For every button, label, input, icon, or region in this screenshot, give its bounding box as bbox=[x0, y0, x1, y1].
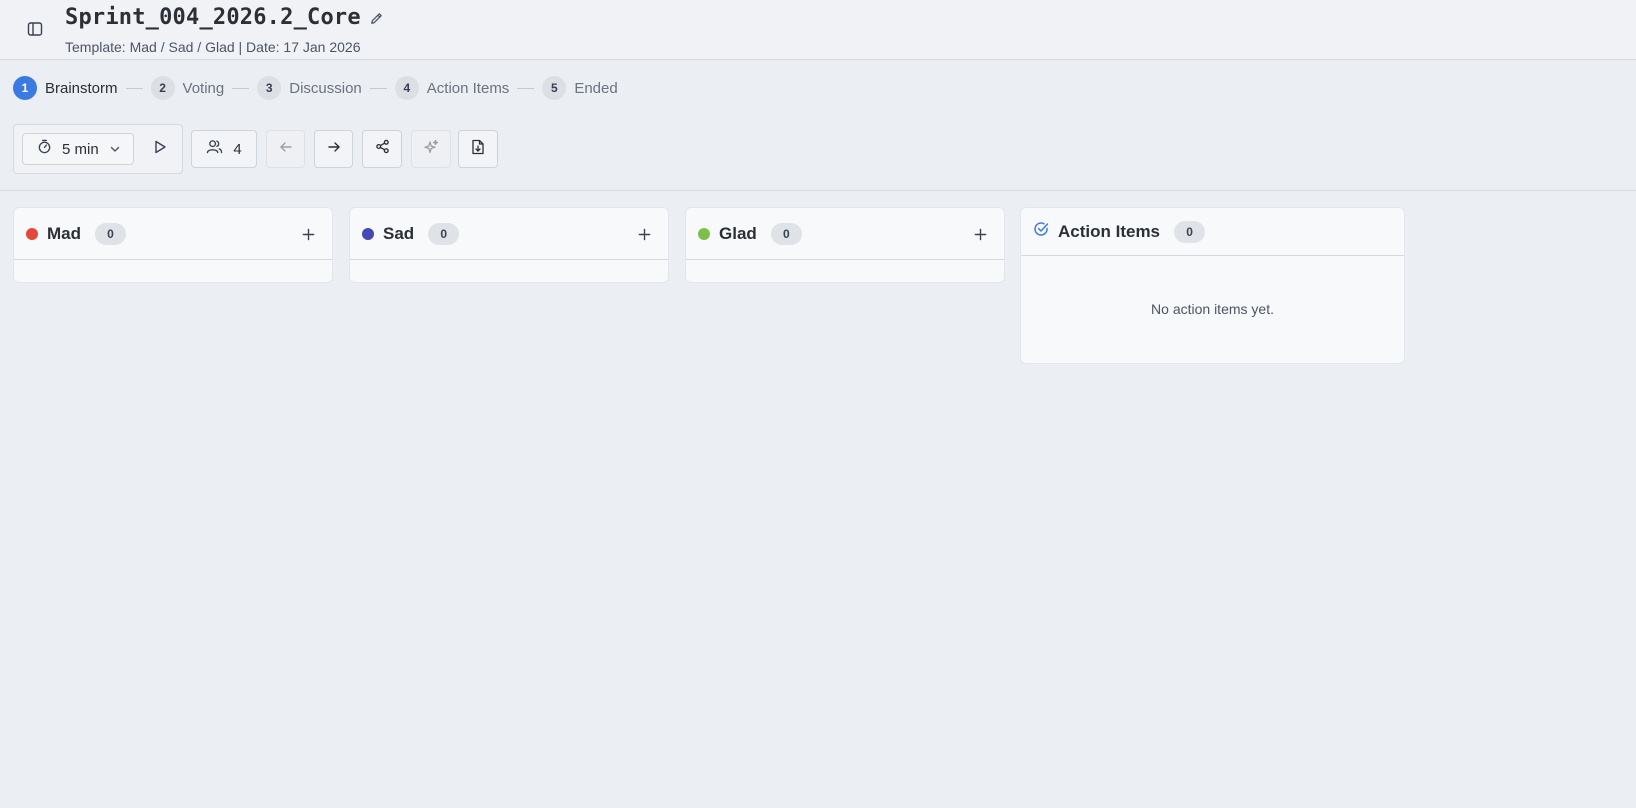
step-discussion[interactable]: 3 Discussion bbox=[257, 76, 362, 100]
timer-duration-select[interactable]: 5 min bbox=[22, 133, 134, 165]
step-label: Brainstorm bbox=[45, 79, 118, 97]
app-header: Sprint_004_2026.2_Core Template: Mad / S… bbox=[0, 0, 1636, 60]
previous-phase-button[interactable] bbox=[266, 130, 305, 168]
step-label: Ended bbox=[574, 79, 618, 97]
column-title: Sad bbox=[383, 223, 415, 243]
column-header: Sad 0 bbox=[350, 208, 668, 260]
column-color-dot bbox=[26, 227, 38, 240]
step-brainstorm[interactable]: 1 Brainstorm bbox=[13, 76, 118, 100]
check-circle-icon bbox=[1033, 221, 1049, 242]
next-phase-button[interactable] bbox=[314, 130, 353, 168]
step-ended[interactable]: 5 Ended bbox=[542, 76, 618, 100]
step-label: Voting bbox=[182, 79, 225, 97]
column-count-badge: 0 bbox=[95, 222, 126, 245]
start-timer-button[interactable] bbox=[144, 133, 176, 165]
step-number: 5 bbox=[542, 76, 567, 100]
sparkles-icon bbox=[423, 139, 439, 160]
column-title: Glad bbox=[719, 223, 757, 243]
column-header: Mad 0 bbox=[14, 208, 332, 260]
phase-stepper: 1 Brainstorm 2 Voting 3 Discussion 4 Act… bbox=[13, 76, 618, 100]
arrow-left-icon bbox=[279, 140, 293, 159]
stopwatch-icon bbox=[37, 139, 52, 159]
action-items-empty-text: No action items yet. bbox=[1151, 301, 1274, 317]
arrow-right-icon bbox=[327, 140, 341, 159]
column-header: Glad 0 bbox=[686, 208, 1004, 260]
step-separator bbox=[125, 87, 143, 89]
action-items-count-badge: 0 bbox=[1174, 220, 1206, 243]
column-color-dot bbox=[362, 227, 374, 240]
step-action-items[interactable]: 4 Action Items bbox=[394, 76, 510, 100]
participants-button[interactable]: 4 bbox=[191, 130, 257, 168]
column-color-dot bbox=[698, 227, 710, 240]
step-separator bbox=[369, 87, 387, 89]
action-items-panel: Action Items 0 No action items yet. bbox=[1020, 207, 1405, 364]
step-number: 1 bbox=[13, 76, 37, 100]
action-items-title: Action Items bbox=[1058, 221, 1161, 241]
step-voting[interactable]: 2 Voting bbox=[150, 76, 225, 100]
add-card-button[interactable] bbox=[632, 222, 656, 246]
share-icon bbox=[375, 139, 390, 159]
step-number: 3 bbox=[257, 76, 282, 100]
timer-group: 5 min bbox=[13, 124, 183, 174]
action-items-header: Action Items 0 bbox=[1021, 208, 1404, 256]
column-title: Mad bbox=[47, 223, 81, 243]
page-subtitle: Template: Mad / Sad / Glad | Date: 17 Ja… bbox=[65, 39, 361, 55]
share-button[interactable] bbox=[362, 130, 402, 168]
step-label: Discussion bbox=[289, 79, 362, 97]
add-card-button[interactable] bbox=[296, 222, 320, 246]
column-count-badge: 0 bbox=[428, 222, 460, 245]
sidebar-toggle-icon[interactable] bbox=[22, 16, 48, 42]
column-glad: Glad 0 bbox=[685, 207, 1005, 283]
column-sad: Sad 0 bbox=[349, 207, 669, 283]
users-icon bbox=[206, 139, 223, 159]
timer-value: 5 min bbox=[62, 140, 99, 158]
step-number: 2 bbox=[150, 76, 175, 100]
ai-assist-button[interactable] bbox=[411, 130, 451, 168]
column-count-badge: 0 bbox=[770, 222, 802, 245]
file-export-icon bbox=[471, 139, 485, 160]
toolbar: 5 min 4 bbox=[0, 124, 1636, 191]
step-separator bbox=[232, 87, 250, 89]
step-separator bbox=[517, 87, 535, 89]
play-icon bbox=[153, 140, 167, 159]
export-button[interactable] bbox=[458, 130, 498, 168]
step-label: Action Items bbox=[426, 79, 510, 97]
page-title: Sprint_004_2026.2_Core bbox=[65, 5, 361, 30]
step-number: 4 bbox=[394, 76, 419, 100]
column-mad: Mad 0 bbox=[13, 207, 333, 283]
chevron-down-icon bbox=[109, 143, 121, 155]
participants-count: 4 bbox=[233, 140, 242, 158]
add-card-button[interactable] bbox=[968, 222, 992, 246]
pencil-icon[interactable] bbox=[366, 8, 386, 28]
